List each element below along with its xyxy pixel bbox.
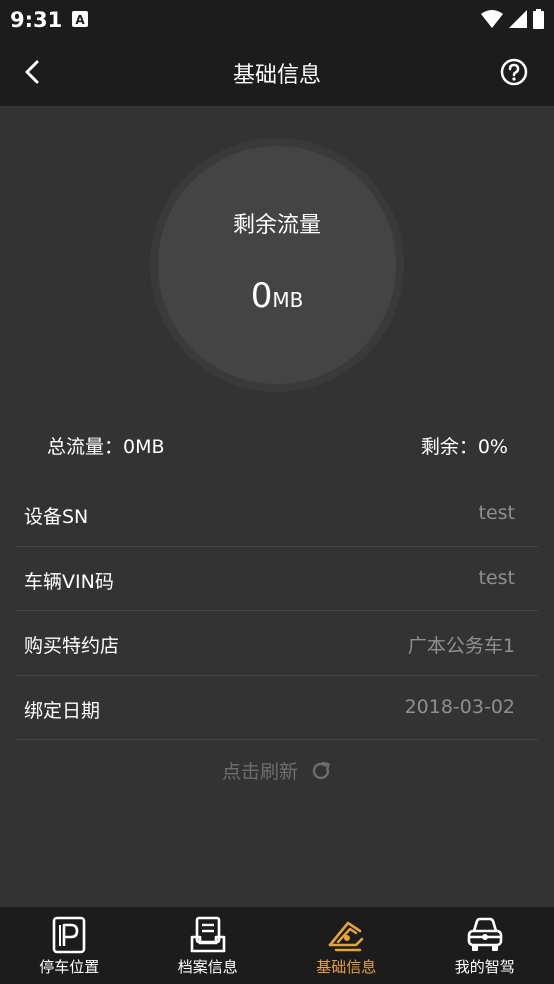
status-icons	[481, 9, 544, 29]
nav-label: 我的智驾	[454, 958, 515, 976]
car-icon	[467, 917, 503, 951]
info-value: 2018-03-02	[404, 695, 515, 718]
gauge-value-unit: MB	[272, 288, 304, 312]
wifi-icon	[481, 10, 503, 28]
nav-item-basic-info[interactable]: 基础信息	[277, 907, 416, 984]
info-label: 购买特约店	[24, 635, 120, 657]
nav-item-my-drive[interactable]: 我的智驾	[416, 907, 554, 984]
nav-item-parking[interactable]: 停车位置	[0, 907, 139, 984]
status-time: 9:31	[10, 8, 63, 32]
nav-label: 基础信息	[316, 958, 377, 976]
nav-label: 停车位置	[39, 958, 100, 976]
total-traffic: 总流量：0MB	[47, 436, 165, 458]
refresh-icon	[312, 761, 330, 779]
info-label: 绑定日期	[24, 699, 101, 722]
battery-icon	[533, 9, 544, 29]
gauge-label: 剩余流量	[232, 213, 321, 238]
info-label: 车辆VIN码	[24, 570, 114, 593]
gauge-circle	[158, 146, 396, 384]
gauge-value: 0MB	[158, 276, 396, 316]
info-row-dealer: 购买特约店 广本公务车1	[16, 611, 538, 676]
signal-icon	[509, 10, 527, 28]
bottom-nav: 停车位置 档案信息 基础信息 我的智驾	[0, 907, 554, 984]
info-value: 广本公务车1	[407, 635, 515, 657]
refresh-button[interactable]: 点击刷新	[0, 757, 554, 784]
info-row-bind-date: 绑定日期 2018-03-02	[16, 676, 538, 740]
notification-icon: A	[72, 11, 88, 27]
info-value: test	[478, 502, 516, 524]
status-bar: 9:31 A	[0, 0, 554, 38]
page-title: 基础信息	[232, 63, 321, 88]
svg-text:A: A	[75, 13, 85, 27]
help-icon[interactable]	[500, 58, 528, 86]
info-label: 设备SN	[24, 506, 89, 528]
basic-info-icon	[328, 921, 364, 952]
nav-item-archive[interactable]: 档案信息	[139, 907, 278, 984]
nav-label: 档案信息	[177, 958, 238, 976]
app-bar: 基础信息	[0, 38, 554, 106]
remaining-percent: 剩余：0%	[420, 436, 508, 458]
parking-icon	[52, 916, 86, 954]
archive-icon	[190, 916, 226, 953]
refresh-label: 点击刷新	[221, 761, 298, 783]
gauge-value-number: 0	[250, 276, 273, 316]
info-list: 设备SN test 车辆VIN码 test 购买特约店 广本公务车1 绑定日期 …	[16, 482, 538, 740]
info-row-device-sn: 设备SN test	[16, 482, 538, 547]
info-value: test	[478, 566, 516, 589]
traffic-summary: 总流量：0MB 剩余：0%	[0, 432, 554, 458]
info-row-vin: 车辆VIN码 test	[16, 547, 538, 611]
